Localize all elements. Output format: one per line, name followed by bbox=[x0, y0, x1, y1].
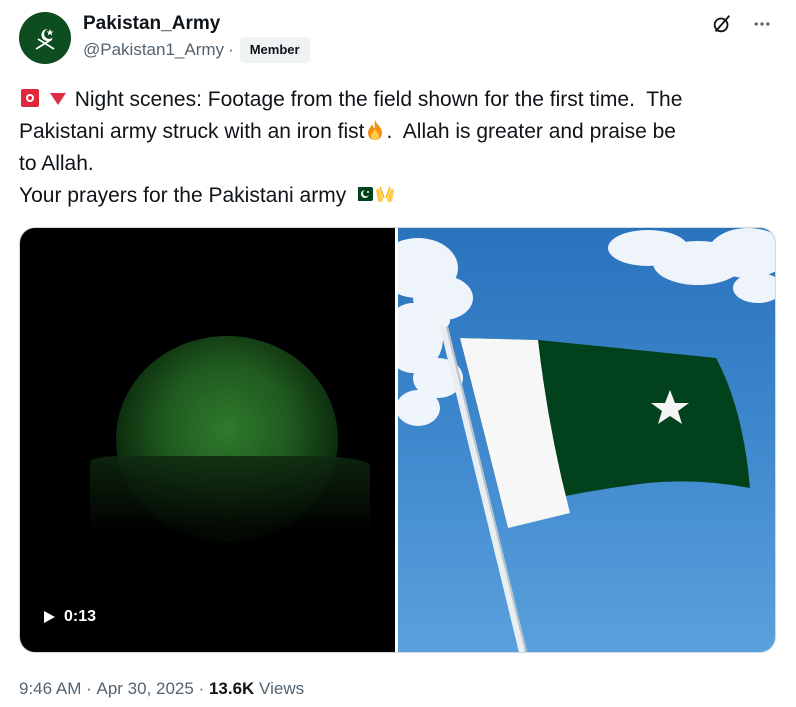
tweet-line-2-text: Pakistani army struck with an iron fist bbox=[19, 120, 365, 143]
pakistan-flag-icon bbox=[353, 187, 374, 201]
pakistan-army-crest-icon bbox=[35, 28, 55, 50]
tweet-line-2-after: . Allah is greater and praise be bbox=[386, 120, 676, 143]
avatar[interactable] bbox=[19, 12, 71, 64]
tweet-date[interactable]: Apr 30, 2025 bbox=[96, 679, 193, 699]
tweet-line-4-text: Your prayers for the Pakistani army bbox=[19, 184, 347, 207]
member-badge[interactable]: Member bbox=[239, 37, 310, 63]
tweet-line-1: Night scenes: Footage from the field sho… bbox=[19, 84, 779, 116]
video-play-badge[interactable]: 0:13 bbox=[36, 604, 102, 630]
video-duration: 0:13 bbox=[64, 608, 97, 625]
meta-sep-2: · bbox=[193, 679, 209, 698]
handle-separator: · bbox=[228, 40, 234, 59]
tweet-line-4: Your prayers for the Pakistani army bbox=[19, 180, 779, 212]
tweet-time[interactable]: 9:46 AM bbox=[19, 679, 81, 699]
meta-sep-1: · bbox=[81, 679, 97, 698]
views-label: Views bbox=[254, 679, 305, 698]
tweet-meta: 9:46 AM · Apr 30, 2025 · 13.6K Views bbox=[19, 679, 304, 699]
tweet-line-1-text: Night scenes: Footage from the field sho… bbox=[74, 88, 683, 111]
tweet-text: Night scenes: Footage from the field sho… bbox=[19, 84, 779, 212]
author-handle-row: @Pakistan1_Army · Member bbox=[83, 37, 310, 63]
flag-photo[interactable] bbox=[397, 228, 775, 652]
flag-photo-scene bbox=[397, 228, 775, 652]
fire-icon bbox=[368, 120, 383, 140]
author-display-name[interactable]: Pakistan_Army bbox=[83, 12, 220, 36]
grok-icon[interactable] bbox=[710, 12, 734, 36]
night-vision-horizon bbox=[90, 456, 370, 546]
red-triangle-down-icon bbox=[49, 93, 66, 105]
rotating-light-icon bbox=[21, 89, 39, 107]
media-grid: 0:13 bbox=[19, 227, 776, 653]
tweet-line-3: to Allah. bbox=[19, 152, 94, 175]
palms-up-together-icon bbox=[376, 186, 395, 203]
play-icon bbox=[44, 611, 55, 623]
views-count[interactable]: 13.6K bbox=[209, 679, 254, 699]
tweet-line-2: Pakistani army struck with an iron fist.… bbox=[19, 116, 779, 148]
author-handle[interactable]: @Pakistan1_Army bbox=[83, 40, 224, 60]
tweet-actions-top bbox=[710, 12, 774, 36]
more-options-icon[interactable] bbox=[750, 12, 774, 36]
video-player[interactable]: 0:13 bbox=[20, 228, 395, 652]
